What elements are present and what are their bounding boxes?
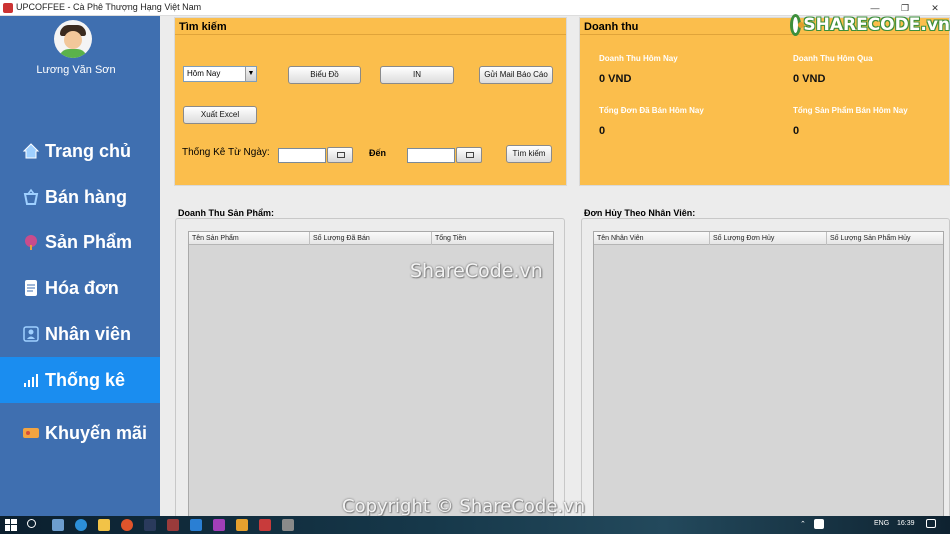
column-header[interactable]: Số Lượng Đã Bán <box>310 232 432 245</box>
column-header[interactable]: Tên Nhân Viên <box>594 232 710 245</box>
chart-button[interactable]: Biểu Đồ <box>288 66 361 84</box>
sidebar-item-label: Sản Phẩm <box>45 231 133 252</box>
orders-today-value: 0 <box>599 125 606 137</box>
sharecode-logo: SHARECODE.vn <box>790 10 950 40</box>
sidebar-item-label: Hóa đơn <box>45 277 119 298</box>
edge-icon[interactable] <box>75 519 87 531</box>
revenue-panel-title: Doanh thu <box>584 21 639 33</box>
to-date-label: Đến <box>369 148 387 158</box>
logo-text: SHARECODE.vn <box>803 15 950 35</box>
calendar-icon <box>337 152 345 158</box>
products-today-label: Tổng Sản Phẩm Bán Hôm Nay <box>793 106 908 115</box>
send-email-button[interactable]: Gửi Mail Báo Cáo <box>479 66 553 84</box>
cancelled-orders-group: Tên Nhân Viên Số Lượng Đơn Hủy Số Lượng … <box>581 218 950 521</box>
sidebar-item-sales[interactable]: Bán hàng <box>0 174 160 220</box>
from-date-field[interactable] <box>278 148 326 163</box>
task-view-icon[interactable] <box>52 519 64 531</box>
app-icon <box>3 3 13 13</box>
window-title: UPCOFFEE - Cà Phê Thượng Hạng Việt Nam <box>16 2 202 12</box>
sidebar-item-promotions[interactable]: Khuyến mãi <box>0 410 160 456</box>
photoshop-icon[interactable] <box>144 519 156 531</box>
column-header[interactable]: Tên Sản Phẩm <box>189 232 310 245</box>
copyright-watermark: Copyright © ShareCode.vn <box>342 496 586 517</box>
app-icon[interactable] <box>167 519 179 531</box>
sidebar-item-label: Bán hàng <box>45 186 128 207</box>
product-icon <box>22 233 40 251</box>
today-revenue-label: Doanh Thu Hôm Nay <box>599 54 678 63</box>
logo-icon <box>790 14 805 36</box>
from-date-label: Thống Kê Từ Ngày: <box>182 147 270 158</box>
app-icon[interactable] <box>282 519 294 531</box>
invoice-icon <box>22 279 40 297</box>
period-select[interactable]: Hôm Nay ▼ <box>183 66 257 82</box>
cancelled-orders-title: Đơn Hủy Theo Nhân Viên: <box>584 208 696 218</box>
sidebar-item-label: Khuyến mãi <box>45 422 148 443</box>
column-header[interactable]: Tổng Tiền <box>432 232 555 245</box>
sidebar-item-employees[interactable]: Nhân viên <box>0 311 160 357</box>
app-icon[interactable] <box>236 519 248 531</box>
search-icon[interactable] <box>27 519 36 528</box>
search-button[interactable]: Tìm kiếm <box>506 145 552 163</box>
table-header: Tên Sản Phẩm Số Lượng Đã Bán Tổng Tiền <box>189 232 553 245</box>
browser-icon[interactable] <box>121 519 133 531</box>
products-today-value: 0 <box>793 125 800 137</box>
ticket-icon <box>22 424 40 442</box>
basket-icon <box>22 188 40 206</box>
sidebar-item-label: Thống kê <box>45 369 125 390</box>
file-explorer-icon[interactable] <box>98 519 110 531</box>
today-revenue-value: 0 VND <box>599 73 632 85</box>
print-button[interactable]: IN <box>380 66 454 84</box>
employee-icon <box>22 325 40 343</box>
username-label: Lương Văn Sơn <box>36 64 116 76</box>
sidebar-item-products[interactable]: Sản Phẩm <box>0 219 160 265</box>
table-header: Tên Nhân Viên Số Lượng Đơn Hủy Số Lượng … <box>594 232 943 245</box>
app-icon[interactable] <box>213 519 225 531</box>
java-app-icon[interactable] <box>259 519 271 531</box>
export-excel-button[interactable]: Xuất Excel <box>183 106 257 124</box>
language-indicator[interactable]: ENG <box>874 520 889 527</box>
sidebar: Lương Văn Sơn Trang chủ Bán hàng Sản Phẩ… <box>0 16 160 516</box>
windows-start-icon[interactable] <box>5 519 17 531</box>
revenue-panel: Doanh thu Doanh Thu Hôm Nay 0 VND Doanh … <box>579 17 950 186</box>
column-header[interactable]: Số Lượng Sản Phẩm Hủy <box>827 232 945 245</box>
notification-icon[interactable] <box>926 519 936 528</box>
yesterday-revenue-label: Doanh Thu Hôm Qua <box>793 54 873 63</box>
sidebar-item-label: Nhân viên <box>45 323 132 344</box>
chevron-down-icon: ▼ <box>245 67 256 81</box>
avatar <box>54 20 92 58</box>
to-date-picker-button[interactable] <box>456 147 482 163</box>
vscode-icon[interactable] <box>190 519 202 531</box>
clock[interactable]: 16:39 <box>897 520 915 527</box>
sidebar-item-label: Trang chủ <box>45 140 132 161</box>
home-icon <box>22 142 40 160</box>
product-revenue-title: Doanh Thu Sản Phẩm: <box>178 208 275 218</box>
yesterday-revenue-value: 0 VND <box>793 73 826 85</box>
center-watermark: ShareCode.vn <box>410 260 543 282</box>
chart-bars-icon <box>22 371 40 389</box>
tray-icon[interactable] <box>814 519 824 529</box>
sidebar-item-invoices[interactable]: Hóa đơn <box>0 265 160 311</box>
sidebar-item-home[interactable]: Trang chủ <box>0 128 160 174</box>
main-content: Tìm kiếm Hôm Nay ▼ Biểu Đồ IN Gửi Mail B… <box>160 16 950 521</box>
chevron-up-icon[interactable]: ⌃ <box>800 520 806 528</box>
sidebar-item-statistics[interactable]: Thống kê <box>0 357 160 403</box>
calendar-icon <box>466 152 474 158</box>
to-date-field[interactable] <box>407 148 455 163</box>
cancelled-orders-table[interactable]: Tên Nhân Viên Số Lượng Đơn Hủy Số Lượng … <box>593 231 944 521</box>
windows-taskbar: ⌃ ENG 16:39 <box>0 516 950 534</box>
column-header[interactable]: Số Lượng Đơn Hủy <box>710 232 827 245</box>
orders-today-label: Tổng Đơn Đã Bán Hôm Nay <box>599 106 704 115</box>
search-panel: Tìm kiếm Hôm Nay ▼ Biểu Đồ IN Gửi Mail B… <box>174 17 567 186</box>
search-panel-title: Tìm kiếm <box>179 21 227 33</box>
from-date-picker-button[interactable] <box>327 147 353 163</box>
period-select-value: Hôm Nay <box>187 69 221 78</box>
